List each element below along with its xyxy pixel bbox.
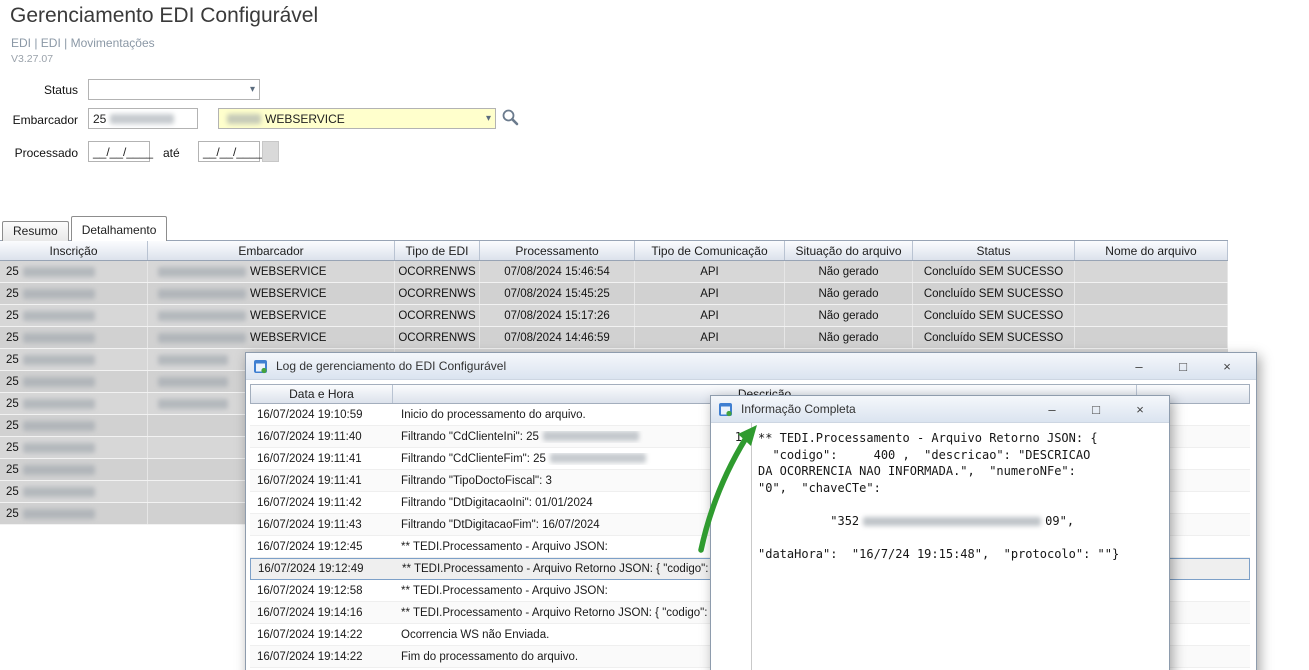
tab-bar: Resumo Detalhamento [2,216,169,241]
breadcrumb: EDI | EDI | Movimentações [11,36,155,50]
redacted-text [23,289,95,299]
info-dialog: Informação Completa – □ × 1 ** TEDI.Proc… [710,395,1170,670]
redacted-text [550,453,646,463]
embarcador-combo[interactable]: WEBSERVICE ▾ [218,108,496,129]
column-header-embarcador[interactable]: Embarcador [148,241,395,260]
embarcador-label: Embarcador [12,113,78,127]
redacted-text [23,443,95,453]
redacted-text [158,311,246,321]
redacted-text [158,267,246,277]
redacted-text [158,377,228,387]
close-button[interactable]: × [1118,396,1162,422]
redacted-text [543,431,639,441]
info-dialog-titlebar[interactable]: Informação Completa – □ × [711,396,1169,423]
embarcador-name-value: WEBSERVICE [265,112,345,126]
processado-to-input[interactable]: __/__/____ [198,141,260,162]
column-header-processamento[interactable]: Processamento [480,241,635,260]
log-dialog-icon [253,358,269,374]
redacted-text [110,114,174,124]
redacted-text [23,267,95,277]
column-header-status[interactable]: Status [913,241,1075,260]
embarcador-code-input[interactable]: 25 [88,108,198,129]
ate-label: até [163,146,180,160]
info-dialog-title: Informação Completa [741,402,856,416]
column-header-tipo-comunicacao[interactable]: Tipo de Comunicação [635,241,785,260]
page-title: Gerenciamento EDI Configurável [10,4,318,28]
processado-from-input[interactable]: __/__/____ [88,141,150,162]
redacted-text [158,289,246,299]
log-dialog-title: Log de gerenciamento do EDI Configurável [276,359,506,373]
column-header-tipo-edi[interactable]: Tipo de EDI [395,241,480,260]
processado-from-value: __/__/____ [93,145,153,159]
table-row[interactable]: 25 WEBSERVICE OCORRENWS 07/08/2024 15:46… [0,261,1228,283]
redacted-text [23,421,95,431]
redacted-text [158,399,228,409]
column-header-situacao[interactable]: Situação do arquivo [785,241,913,260]
redacted-text [23,311,95,321]
redacted-text [23,487,95,497]
minimize-button[interactable]: – [1030,396,1074,422]
log-dialog-titlebar[interactable]: Log de gerenciamento do EDI Configurável… [246,353,1256,380]
redacted-text [227,114,261,124]
redacted-text [23,465,95,475]
processado-label: Processado [12,146,78,160]
info-dialog-icon [718,401,734,417]
column-header-inscricao[interactable]: Inscrição [0,241,148,260]
table-row[interactable]: 25 WEBSERVICE OCORRENWS 07/08/2024 15:45… [0,283,1228,305]
redacted-text [23,509,95,519]
tab-resumo[interactable]: Resumo [2,221,69,241]
status-select[interactable]: ▾ [88,79,260,100]
redacted-text [23,333,95,343]
column-header-nome-arquivo[interactable]: Nome do arquivo [1075,241,1228,260]
table-row[interactable]: 25 WEBSERVICE OCORRENWS 07/08/2024 15:17… [0,305,1228,327]
info-content[interactable]: 1 ** TEDI.Processamento - Arquivo Retorn… [711,423,1169,670]
status-label: Status [12,83,78,97]
line-number: 1 [735,430,742,444]
chevron-down-icon: ▾ [246,84,255,95]
app-window: Gerenciamento EDI Configurável EDI | EDI… [0,0,1309,670]
maximize-button[interactable]: □ [1074,396,1118,422]
table-row[interactable]: 25 WEBSERVICE OCORRENWS 07/08/2024 14:46… [0,327,1228,349]
redacted-text [23,399,95,409]
redacted-text [158,355,228,365]
redacted-text [23,355,95,365]
processado-to-value: __/__/____ [203,145,263,159]
minimize-button[interactable]: – [1117,353,1161,379]
chevron-down-icon: ▾ [482,113,491,124]
json-text: ** TEDI.Processamento - Arquivo Retorno … [758,430,1163,562]
search-icon[interactable] [500,107,520,127]
table-header: Inscrição Embarcador Tipo de EDI Process… [0,240,1228,261]
redacted-text [158,333,246,343]
embarcador-code-value: 25 [93,112,106,126]
date-filler-box [262,141,279,162]
tab-detalhamento[interactable]: Detalhamento [71,216,168,241]
redacted-text [23,377,95,387]
maximize-button[interactable]: □ [1161,353,1205,379]
close-button[interactable]: × [1205,353,1249,379]
redacted-text [863,517,1041,526]
line-number-gutter: 1 [711,423,752,670]
version-label: V3.27.07 [11,53,53,65]
column-header-data-e-hora[interactable]: Data e Hora [251,385,393,403]
